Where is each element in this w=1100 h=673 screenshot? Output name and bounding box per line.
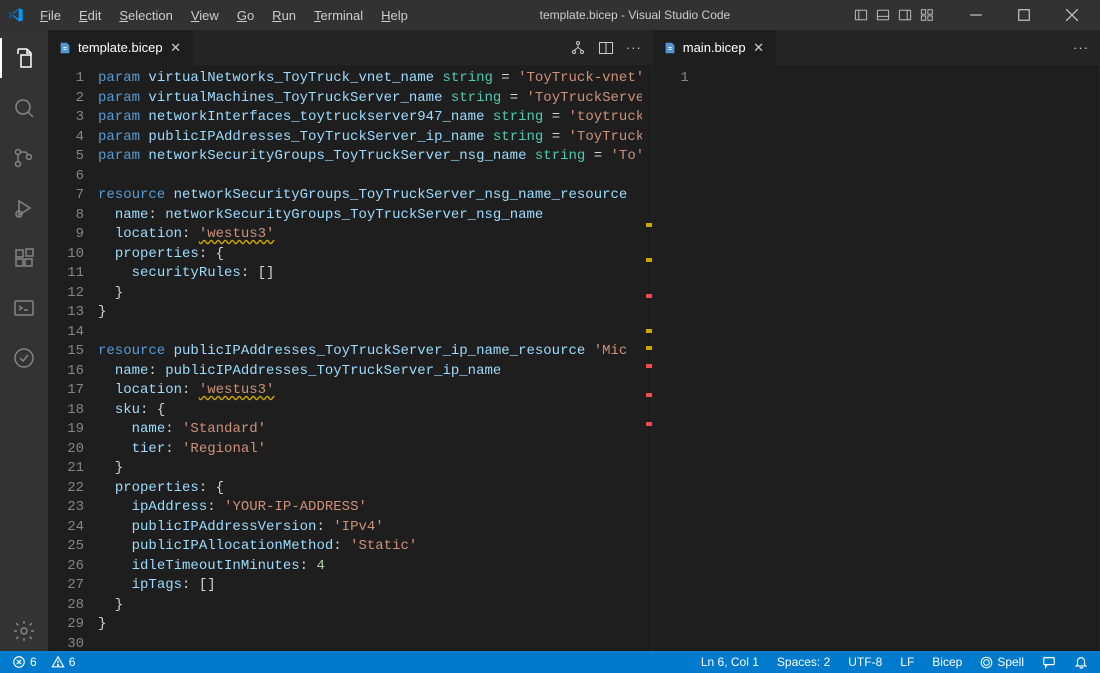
close-icon[interactable]: ✕ bbox=[752, 41, 766, 55]
close-button[interactable] bbox=[1052, 1, 1092, 29]
more-icon[interactable]: ··· bbox=[626, 40, 642, 55]
run-debug-icon[interactable] bbox=[0, 188, 48, 228]
split-editor-icon[interactable] bbox=[598, 40, 614, 56]
hierarchy-icon[interactable] bbox=[570, 40, 586, 56]
toggle-secondary-icon[interactable] bbox=[898, 8, 912, 22]
explorer-icon[interactable] bbox=[0, 38, 48, 78]
tab-bar-right: main.bicep ✕ ··· bbox=[653, 30, 1099, 65]
code-editor-left[interactable]: 1234567891011121314151617181920212223242… bbox=[48, 65, 652, 651]
menu-edit[interactable]: Edit bbox=[71, 4, 109, 27]
menu-terminal[interactable]: Terminal bbox=[306, 4, 371, 27]
status-bell-icon[interactable] bbox=[1070, 655, 1092, 669]
menu-go[interactable]: Go bbox=[229, 4, 262, 27]
menu-help[interactable]: Help bbox=[373, 4, 416, 27]
tab-label: template.bicep bbox=[78, 40, 163, 55]
tab-template-bicep[interactable]: template.bicep ✕ bbox=[48, 30, 194, 65]
settings-gear-icon[interactable] bbox=[0, 611, 48, 651]
checkmark-icon[interactable] bbox=[0, 338, 48, 378]
editor-actions-right: ··· bbox=[1063, 30, 1099, 65]
menu-run[interactable]: Run bbox=[264, 4, 304, 27]
toggle-sidebar-icon[interactable] bbox=[854, 8, 868, 22]
search-icon[interactable] bbox=[0, 88, 48, 128]
more-icon[interactable]: ··· bbox=[1073, 40, 1089, 55]
status-encoding[interactable]: UTF-8 bbox=[844, 655, 886, 669]
title-bar: FileEditSelectionViewGoRunTerminalHelp t… bbox=[0, 0, 1100, 30]
status-language[interactable]: Bicep bbox=[928, 655, 966, 669]
status-errors[interactable]: 6 bbox=[8, 655, 41, 669]
window-title: template.bicep - Visual Studio Code bbox=[416, 8, 854, 22]
status-feedback-icon[interactable] bbox=[1038, 655, 1060, 669]
layout-grid-icon[interactable] bbox=[920, 8, 934, 22]
menu-selection[interactable]: Selection bbox=[111, 4, 180, 27]
menu-view[interactable]: View bbox=[183, 4, 227, 27]
status-eol[interactable]: LF bbox=[896, 655, 918, 669]
status-warnings[interactable]: 6 bbox=[47, 655, 80, 669]
overview-ruler[interactable] bbox=[642, 65, 652, 651]
vscode-icon bbox=[8, 7, 24, 23]
menu-file[interactable]: File bbox=[32, 4, 69, 27]
bicep-file-icon bbox=[58, 41, 72, 55]
source-control-icon[interactable] bbox=[0, 138, 48, 178]
status-position[interactable]: Ln 6, Col 1 bbox=[697, 655, 763, 669]
editor-right: main.bicep ✕ ··· 1 bbox=[653, 30, 1100, 651]
bicep-file-icon bbox=[663, 41, 677, 55]
extensions-icon[interactable] bbox=[0, 238, 48, 278]
activity-bar bbox=[0, 30, 48, 651]
terminal-icon[interactable] bbox=[0, 288, 48, 328]
editor-actions-left: ··· bbox=[560, 30, 652, 65]
close-icon[interactable]: ✕ bbox=[169, 41, 183, 55]
code-editor-right[interactable]: 1 bbox=[653, 65, 1099, 651]
menu-bar: FileEditSelectionViewGoRunTerminalHelp bbox=[32, 4, 416, 27]
minimize-button[interactable] bbox=[956, 1, 996, 29]
status-spaces[interactable]: Spaces: 2 bbox=[773, 655, 834, 669]
maximize-button[interactable] bbox=[1004, 1, 1044, 29]
tab-label: main.bicep bbox=[683, 40, 746, 55]
tab-bar-left: template.bicep ✕ ··· bbox=[48, 30, 652, 65]
status-bar: 6 6 Ln 6, Col 1 Spaces: 2 UTF-8 LF Bicep… bbox=[0, 651, 1100, 673]
status-spell[interactable]: Spell bbox=[976, 655, 1028, 669]
tab-main-bicep[interactable]: main.bicep ✕ bbox=[653, 30, 777, 65]
editor-left: template.bicep ✕ ··· 1234567891011121314… bbox=[48, 30, 653, 651]
window-controls bbox=[854, 1, 1092, 29]
toggle-panel-icon[interactable] bbox=[876, 8, 890, 22]
